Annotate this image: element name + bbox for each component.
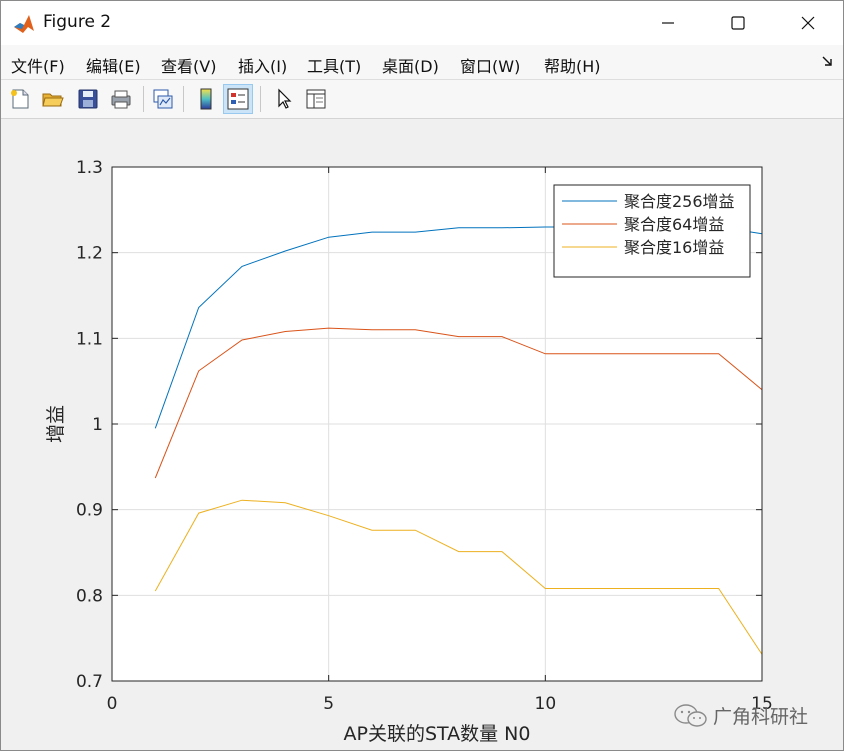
- new-figure-button[interactable]: [5, 84, 35, 114]
- menu-file[interactable]: 文件(F): [11, 53, 65, 77]
- x-tick-label: 10: [535, 694, 557, 714]
- edit-plot-button[interactable]: [269, 84, 299, 114]
- arrow-pointer-icon: [278, 88, 292, 109]
- figure-toolbar: [1, 80, 843, 119]
- maximize-button[interactable]: [703, 1, 773, 45]
- title-bar: Figure 2: [1, 1, 843, 45]
- maximize-icon: [731, 16, 745, 30]
- menu-tools[interactable]: 工具(T): [307, 53, 361, 77]
- wechat-icon: [674, 703, 707, 727]
- legend[interactable]: 聚合度256增益聚合度64增益聚合度16增益: [553, 184, 751, 278]
- menu-help[interactable]: 帮助(H): [544, 53, 601, 77]
- open-file-button[interactable]: [38, 84, 68, 114]
- insert-colorbar-button[interactable]: [191, 84, 221, 114]
- legend-entry: 聚合度16增益: [624, 238, 724, 257]
- link-plot-icon: [153, 89, 173, 109]
- save-disk-icon: [78, 89, 98, 109]
- y-tick-label: 0.7: [76, 672, 103, 692]
- y-tick-label: 0.9: [76, 501, 103, 521]
- legend-entry: 聚合度64增益: [624, 215, 724, 234]
- window-title: Figure 2: [43, 12, 112, 32]
- figure-canvas: 0 5 10 15 0.7 0.8 0.9 1 1.1 1.2 1.3 AP关联的STA数量 N0 …: [1, 119, 843, 750]
- colorbar-icon: [200, 88, 212, 110]
- property-inspector-button[interactable]: [301, 84, 331, 114]
- close-button[interactable]: [773, 1, 843, 45]
- x-tick-label: 5: [323, 694, 334, 714]
- x-axis-label: AP关联的STA数量 N0: [344, 723, 531, 745]
- minimize-button[interactable]: [633, 1, 703, 45]
- y-tick-label: 1.1: [76, 329, 103, 349]
- y-tick-label: 1.2: [76, 244, 103, 264]
- menu-insert[interactable]: 插入(I): [238, 53, 287, 77]
- matlab-logo-icon: [13, 13, 35, 35]
- minimize-icon: [662, 22, 674, 24]
- close-icon: [801, 16, 815, 30]
- menu-view[interactable]: 查看(V): [161, 53, 216, 77]
- watermark: 广角科研社: [673, 702, 808, 729]
- menu-edit[interactable]: 编辑(E): [86, 53, 141, 77]
- legend-icon: [227, 88, 249, 110]
- toolbar-separator: [260, 86, 261, 112]
- figure-window: Figure 2 文件(F) 编辑(E) 查看(V) 插入(I) 工具(T) 桌…: [0, 0, 844, 751]
- save-button[interactable]: [73, 84, 103, 114]
- y-tick-label: 1: [92, 415, 103, 435]
- toolbar-separator: [143, 86, 144, 112]
- y-tick-label: 0.8: [76, 586, 103, 606]
- link-plot-button[interactable]: [148, 84, 178, 114]
- menu-window[interactable]: 窗口(W): [460, 53, 520, 77]
- y-tick-label: 1.3: [76, 158, 103, 178]
- insert-legend-button[interactable]: [223, 84, 253, 114]
- print-button[interactable]: [106, 84, 136, 114]
- printer-icon: [111, 90, 131, 109]
- x-tick-label: 0: [107, 694, 118, 714]
- open-folder-icon: [42, 93, 64, 107]
- menu-desktop[interactable]: 桌面(D): [382, 53, 439, 77]
- new-file-icon: [11, 89, 29, 109]
- menu-bar: 文件(F) 编辑(E) 查看(V) 插入(I) 工具(T) 桌面(D) 窗口(W…: [1, 45, 843, 80]
- toolbar-separator: [183, 86, 184, 112]
- property-inspector-icon: [306, 89, 326, 109]
- line-chart[interactable]: 0 5 10 150.70.80.911.11.21.3 AP关联的STA数量 N0 …: [1, 119, 843, 750]
- y-axis-label: 增益: [45, 405, 67, 443]
- watermark-text: 广角科研社: [713, 706, 809, 728]
- dock-figure-icon[interactable]: [821, 55, 833, 67]
- legend-entry: 聚合度256增益: [624, 192, 735, 211]
